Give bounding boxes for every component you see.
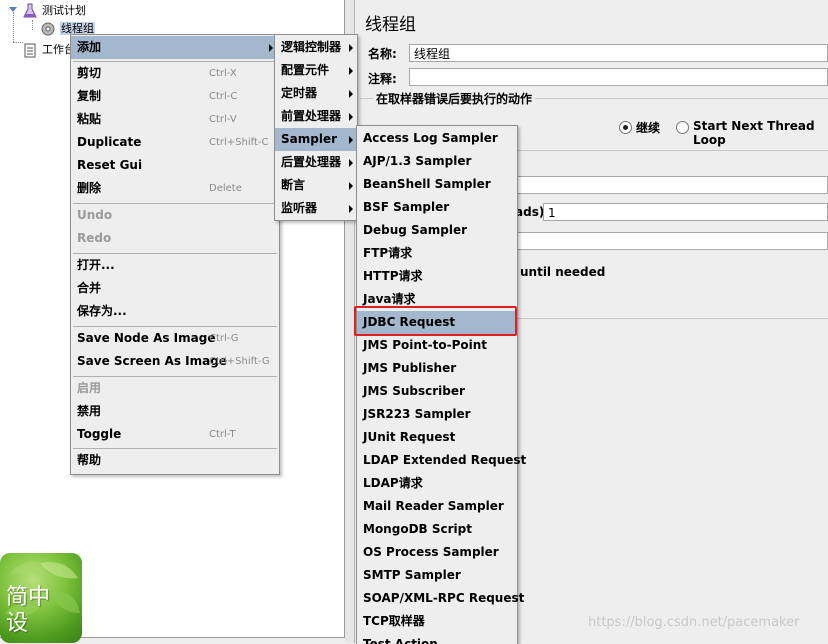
menu-item-cut[interactable]: 剪切 Ctrl-X <box>71 62 279 85</box>
logo-text: 简中设 <box>6 585 51 636</box>
group-border <box>515 150 828 151</box>
menu-item-post-processor[interactable]: 后置处理器 <box>275 151 357 174</box>
menu-item-enable: 启用 <box>77 381 102 395</box>
loop-count-input[interactable] <box>515 232 828 250</box>
menu-item-sampler[interactable]: LDAP请求 <box>357 472 517 495</box>
menu-item-sampler[interactable]: JMS Point-to-Point <box>357 334 517 357</box>
menu-item-save-node-image[interactable]: Save Node As Image Ctrl-G <box>71 327 279 350</box>
menu-item-config-element[interactable]: 配置元件 <box>275 59 357 82</box>
submenu-arrow-icon <box>269 44 273 52</box>
shortcut-hint: Ctrl-V <box>209 114 237 125</box>
menu-item-sampler[interactable]: JUnit Request <box>357 426 517 449</box>
menu-item-sampler[interactable]: JMS Subscriber <box>357 380 517 403</box>
menu-item-sampler[interactable]: SOAP/XML-RPC Request <box>357 587 524 610</box>
threads-input[interactable] <box>515 176 828 194</box>
menu-item-redo: Redo <box>77 231 112 245</box>
delay-thread-label: until needed <box>520 265 606 279</box>
next-loop-radio-label: Start Next Thread Loop <box>693 119 815 147</box>
error-action-heading: 在取样器错误后要执行的动作 <box>373 90 536 107</box>
red-highlight-box <box>354 306 517 336</box>
menu-item-sampler[interactable]: AJP/1.3 Sampler <box>357 150 517 173</box>
menu-item-undo: Undo <box>77 208 113 222</box>
menu-item-sampler[interactable]: Access Log Sampler <box>357 127 517 150</box>
menu-item-add[interactable]: 添加 <box>71 36 279 59</box>
gear-spool-icon <box>41 22 55 36</box>
menu-item-sampler[interactable]: JMS Publisher <box>357 357 517 380</box>
editor-title: 线程组 <box>365 15 416 35</box>
clipboard-icon <box>24 43 36 58</box>
menu-item-disable[interactable]: 禁用 <box>71 400 279 423</box>
menu-item-open[interactable]: 打开... <box>71 254 279 277</box>
menu-item-help[interactable]: 帮助 <box>71 449 279 472</box>
menu-item-listener[interactable]: 监听器 <box>275 197 357 220</box>
submenu-arrow-icon <box>349 67 353 75</box>
menu-item-assertion[interactable]: 断言 <box>275 174 357 197</box>
rampup-input[interactable]: 1 <box>543 203 828 221</box>
shortcut-hint: Ctrl-G <box>209 333 239 344</box>
menu-item-sampler[interactable]: HTTP请求 <box>357 265 517 288</box>
next-loop-radio[interactable] <box>676 121 689 134</box>
menu-item-sampler[interactable]: SMTP Sampler <box>357 564 517 587</box>
continue-radio[interactable] <box>619 121 632 134</box>
submenu-arrow-icon <box>349 159 353 167</box>
flask-icon <box>23 3 37 18</box>
menu-item-reset-gui[interactable]: Reset Gui <box>71 154 279 177</box>
submenu-arrow-icon <box>349 90 353 98</box>
site-logo: 简中设 <box>0 553 82 643</box>
menu-item-sampler[interactable]: MongoDB Script <box>357 518 517 541</box>
submenu-arrow-icon <box>349 136 353 144</box>
collapse-toggle-icon[interactable] <box>9 6 17 14</box>
menu-item-merge[interactable]: 合并 <box>71 277 279 300</box>
name-label: 名称: <box>368 47 397 61</box>
menu-item-sampler[interactable]: Debug Sampler <box>357 219 517 242</box>
menu-item-sampler[interactable]: Mail Reader Sampler <box>357 495 517 518</box>
menu-item-save-screen-image[interactable]: Save Screen As Image Ctrl+Shift-G <box>71 350 279 373</box>
menu-item-sampler[interactable]: BeanShell Sampler <box>357 173 517 196</box>
submenu-arrow-icon <box>349 44 353 52</box>
tree-guide-line <box>13 12 14 42</box>
menu-item-duplicate[interactable]: Duplicate Ctrl+Shift-C <box>71 131 279 154</box>
shortcut-hint: Ctrl-C <box>209 91 238 102</box>
shortcut-hint: Ctrl+Shift-C <box>209 137 269 148</box>
menu-item-sampler[interactable]: JSR223 Sampler <box>357 403 517 426</box>
add-submenu: 逻辑控制器 配置元件 定时器 前置处理器 Sampler 后置处理器 断言 监听… <box>274 34 358 221</box>
shortcut-hint: Delete <box>209 183 242 194</box>
comment-label: 注释: <box>368 72 397 86</box>
menu-item-sampler[interactable]: OS Process Sampler <box>357 541 517 564</box>
menu-item-sampler[interactable]: TCP取样器 <box>357 610 517 633</box>
tree-node-workbench[interactable]: 工作台 <box>22 41 75 58</box>
menu-item-sampler[interactable]: BSF Sampler <box>357 196 517 219</box>
menu-item-sampler[interactable]: Sampler <box>275 128 357 151</box>
sampler-submenu: Access Log Sampler AJP/1.3 Sampler BeanS… <box>356 125 526 644</box>
submenu-arrow-icon <box>349 205 353 213</box>
menu-item-timer[interactable]: 定时器 <box>275 82 357 105</box>
context-menu: 添加 剪切 Ctrl-X 复制 Ctrl-C 粘贴 Ctrl-V Duplicate C… <box>70 34 280 475</box>
submenu-arrow-icon <box>349 113 353 121</box>
group-border <box>515 318 828 319</box>
continue-radio-label: 继续 <box>636 121 661 135</box>
shortcut-hint: Ctrl+Shift-G <box>209 356 270 367</box>
menu-item-pre-processor[interactable]: 前置处理器 <box>275 105 357 128</box>
tree-label-test-plan: 测试计划 <box>42 4 86 17</box>
shortcut-hint: Ctrl-X <box>209 68 237 79</box>
shortcut-hint: Ctrl-T <box>209 429 236 440</box>
menu-item-delete[interactable]: 删除 Delete <box>71 177 279 200</box>
tree-guide-line <box>32 20 33 30</box>
menu-item-sampler[interactable]: FTP请求 <box>357 242 517 265</box>
name-input[interactable]: 线程组 <box>409 44 828 62</box>
menu-item-paste[interactable]: 粘贴 Ctrl-V <box>71 108 279 131</box>
comment-input[interactable] <box>409 68 828 86</box>
tree-node-test-plan[interactable]: 测试计划 <box>22 2 86 19</box>
menu-item-toggle[interactable]: Toggle Ctrl-T <box>71 423 279 446</box>
submenu-arrow-icon <box>349 182 353 190</box>
menu-item-save-as[interactable]: 保存为... <box>71 300 279 323</box>
menu-item-sampler[interactable]: Test Action <box>357 633 517 644</box>
menu-item-copy[interactable]: 复制 Ctrl-C <box>71 85 279 108</box>
menu-item-logic-controller[interactable]: 逻辑控制器 <box>275 36 357 59</box>
menu-item-sampler[interactable]: LDAP Extended Request <box>357 449 526 472</box>
url-watermark: https://blog.csdn.net/pacemaker <box>588 615 800 630</box>
